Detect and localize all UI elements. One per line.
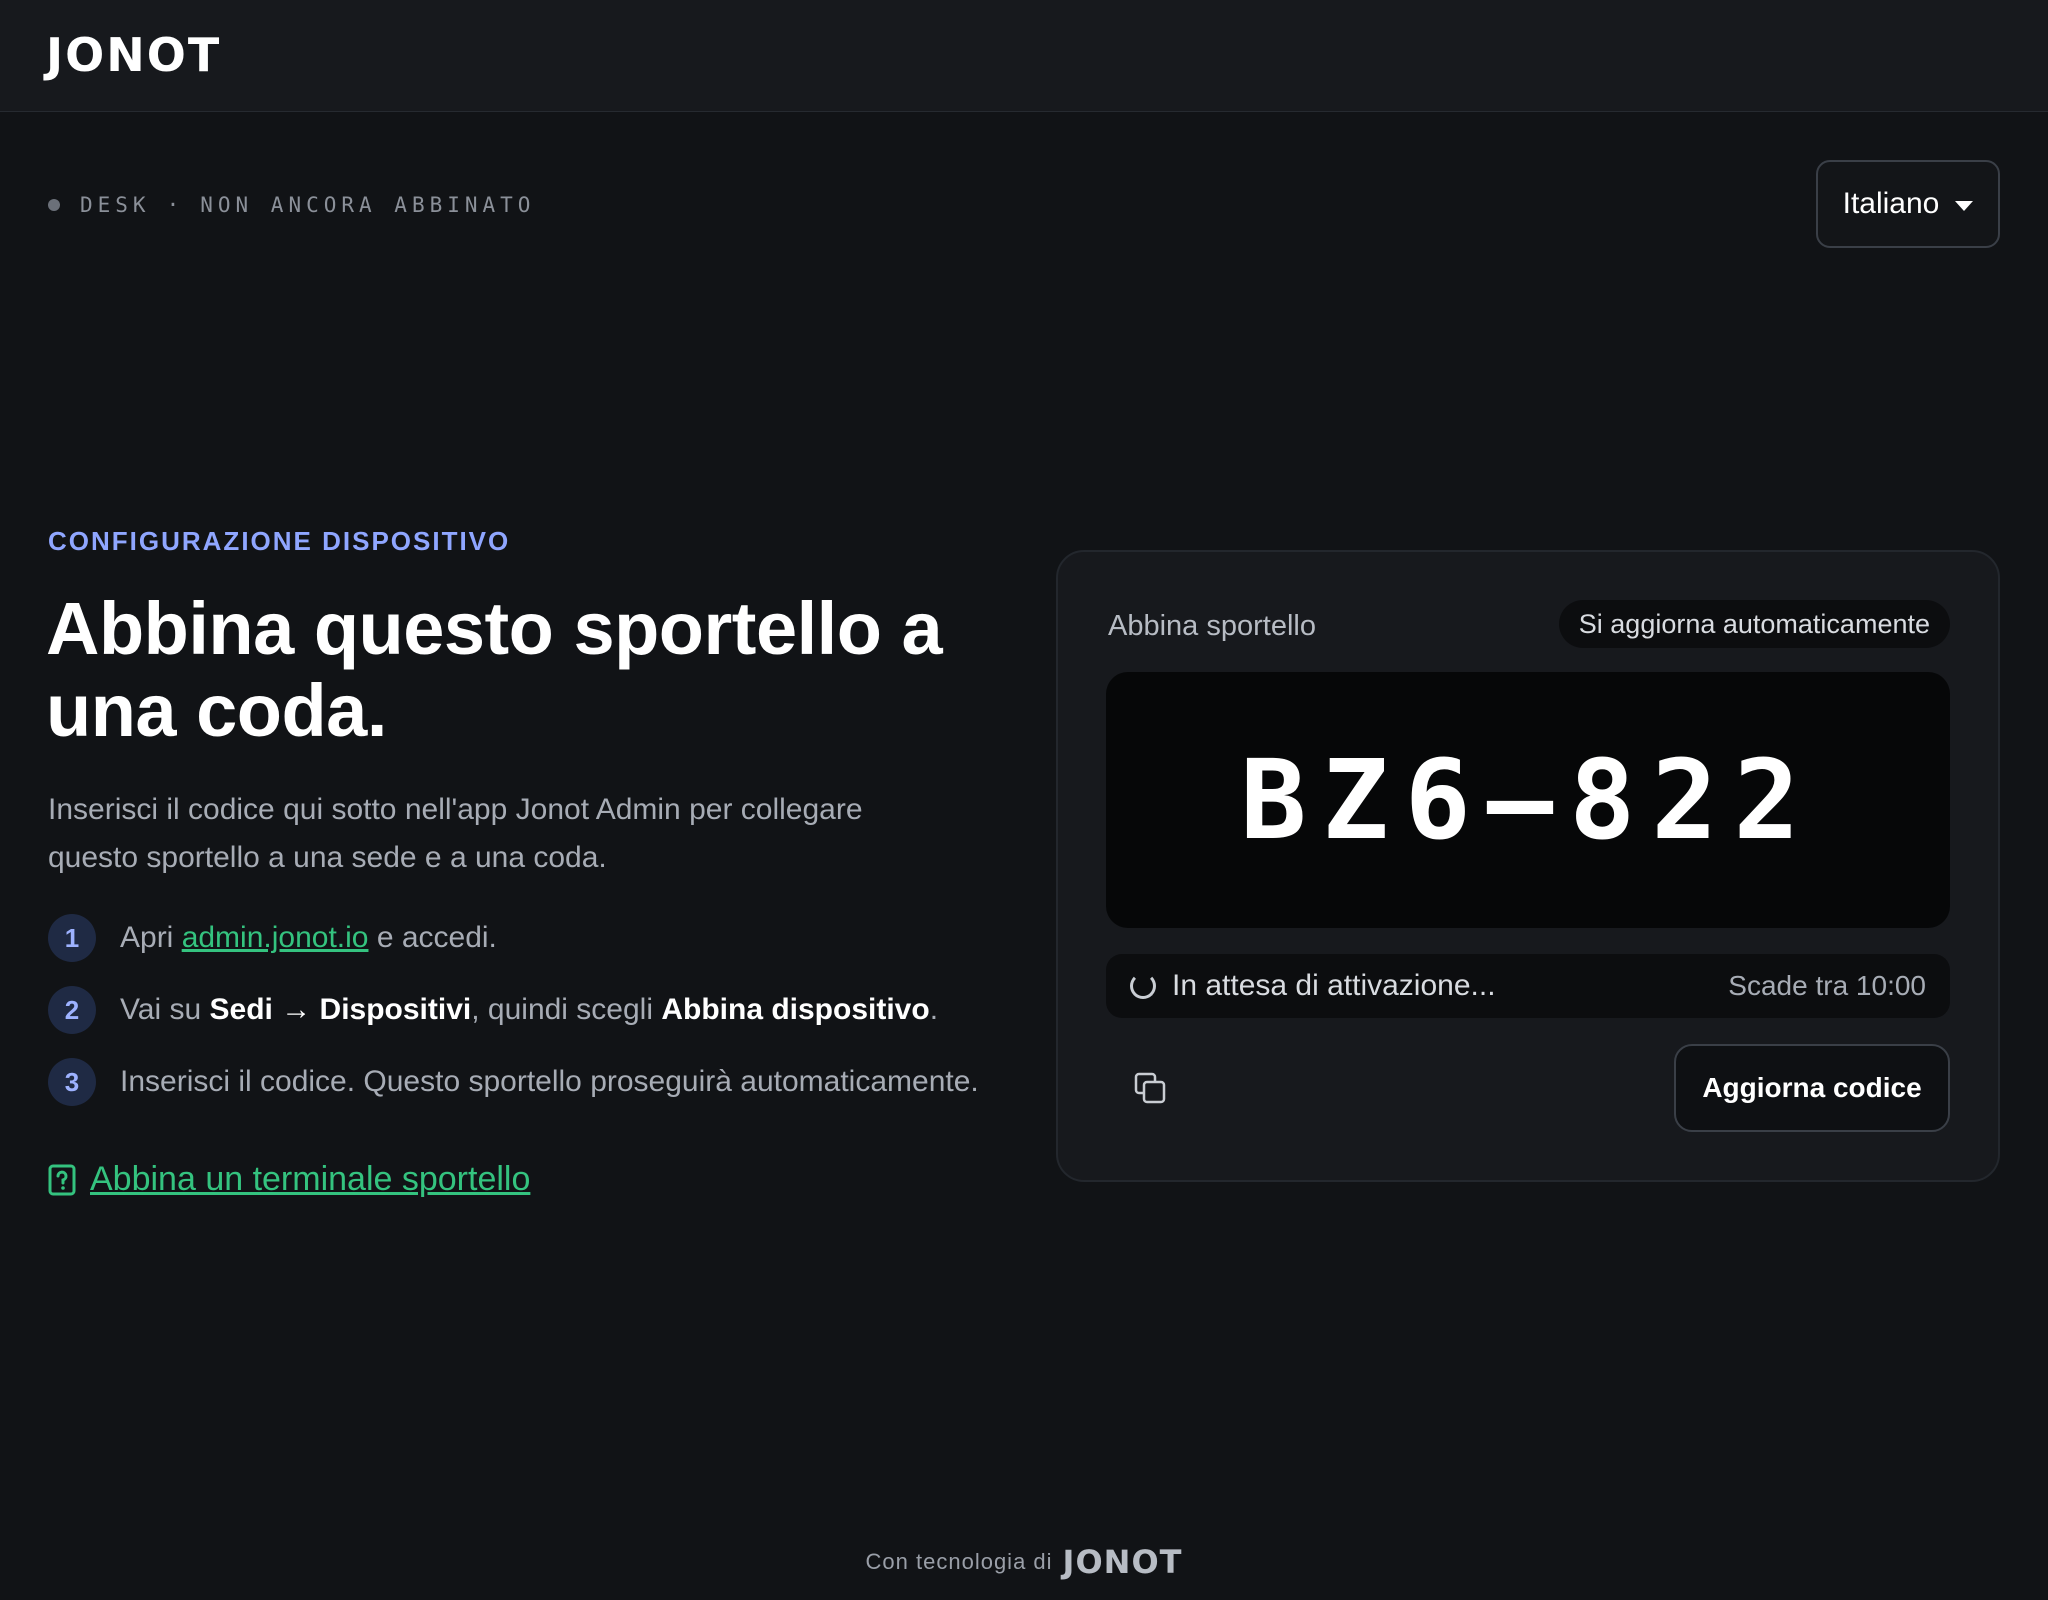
waiting-text: In attesa di attivazione...	[1172, 969, 1496, 1002]
step-item: 2 Vai su Sedi → Dispositivi, quindi sceg…	[48, 986, 1048, 1034]
footer-jonot-logo: JONOT	[1062, 1543, 1183, 1581]
status-separator: ·	[166, 193, 185, 217]
step-number: 2	[48, 986, 96, 1034]
intro-text: Inserisci il codice qui sotto nell'app J…	[48, 793, 863, 874]
activation-status-bar: In attesa di attivazione... Scade tra 10…	[1106, 954, 1950, 1018]
device-status: DESK · NON ANCORA ABBINATO	[48, 192, 535, 218]
step-text-part: , quindi scegli	[471, 993, 662, 1026]
jonot-logo: JONOT	[46, 28, 222, 82]
step-text: Apri admin.jonot.io e accedi.	[120, 921, 497, 955]
step-emphasis: Sedi → Dispositivi	[209, 993, 472, 1026]
step-item: 1 Apri admin.jonot.io e accedi.	[48, 914, 1048, 962]
step-text-part: Vai su	[120, 993, 210, 1026]
step-emphasis: Abbina dispositivo	[661, 993, 930, 1026]
step-number: 1	[48, 914, 96, 962]
step-text-part: Apri	[120, 921, 182, 954]
language-selected-value: Italiano	[1842, 187, 1940, 220]
step-text: Vai su Sedi → Dispositivi, quindi scegli…	[120, 993, 938, 1027]
card-title: Abbina sportello	[1108, 610, 1316, 642]
status-dot-icon	[48, 199, 60, 211]
pairing-state-label: NON ANCORA ABBINATO	[200, 193, 536, 217]
help-document-icon	[48, 1164, 76, 1195]
footer: Con tecnologia di JONOT	[0, 1540, 2048, 1584]
page-title: Abbina questo sportello a una coda.	[46, 587, 943, 752]
copy-code-button[interactable]	[1128, 1066, 1172, 1110]
pair-terminal-help-link[interactable]: Abbina un terminale sportello	[48, 1160, 530, 1199]
pairing-card: Abbina sportello Si aggiorna automaticam…	[1056, 550, 2000, 1182]
pairing-code-panel: BZ6–822	[1106, 672, 1950, 928]
step-number: 3	[48, 1058, 96, 1106]
pairing-code: BZ6–822	[1240, 736, 1816, 864]
expiry-countdown: Scade tra 10:00	[1728, 970, 1926, 1001]
footer-prefix: Con tecnologia di	[865, 1549, 1053, 1574]
step-item: 3 Inserisci il codice. Questo sportello …	[48, 1058, 1048, 1106]
step-text-part: e accedi.	[368, 921, 497, 954]
step-text-part: .	[929, 993, 939, 1026]
admin-link[interactable]: admin.jonot.io	[182, 921, 369, 954]
steps-list: 1 Apri admin.jonot.io e accedi. 2 Vai su…	[48, 914, 1048, 1130]
language-select[interactable]: Italiano	[1816, 160, 2000, 248]
section-eyebrow: CONFIGURAZIONE DISPOSITIVO	[48, 526, 511, 556]
spinner-icon	[1130, 973, 1156, 999]
chevron-down-icon	[1955, 201, 1974, 211]
device-type-label: DESK	[80, 193, 151, 217]
auto-refresh-badge: Si aggiorna automaticamente	[1558, 600, 1950, 648]
refresh-code-button[interactable]: Aggiorna codice	[1674, 1044, 1950, 1132]
copy-icon	[1134, 1072, 1166, 1104]
top-bar: JONOT	[0, 0, 2048, 112]
step-text: Inserisci il codice. Questo sportello pr…	[120, 1065, 979, 1098]
help-link-label: Abbina un terminale sportello	[90, 1160, 531, 1198]
